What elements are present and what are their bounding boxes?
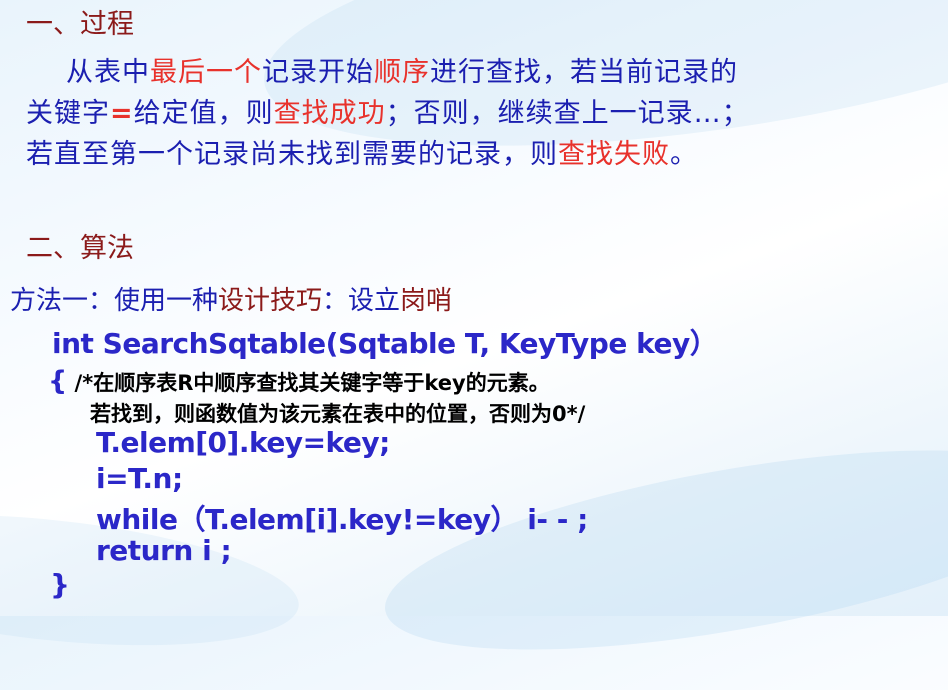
- code-statement: while（T.elem[i].key!=key） i- - ;: [96, 503, 588, 536]
- text-segment: 关键字: [26, 98, 110, 129]
- text-segment: 进行查找，若当前记录的: [430, 57, 738, 88]
- code-statement: return i ;: [96, 534, 232, 567]
- highlight-sequential: 顺序: [374, 57, 430, 88]
- highlight-search-fail: 查找失败: [558, 139, 670, 170]
- text-segment: 从表中: [66, 57, 150, 88]
- text-segment: 记录开始: [262, 57, 374, 88]
- method-line: 方法一：使用一种设计技巧：设立岗哨: [10, 280, 452, 317]
- comment-text: /*在顺序表R中顺序查找其关键字等于key的元素。: [67, 371, 550, 395]
- section-heading-algorithm: 二、算法: [26, 233, 134, 264]
- text-segment: 给定值，则: [133, 98, 274, 129]
- text-segment: 。: [670, 139, 698, 170]
- highlight-last-record: 最后一个: [150, 57, 262, 88]
- process-text-line-3: 若直至第一个记录尚未找到需要的记录，则查找失败。: [26, 132, 698, 171]
- code-comment-line-1: { /*在顺序表R中顺序查找其关键字等于key的元素。: [48, 366, 550, 397]
- code-statement: i=T.n;: [96, 462, 183, 495]
- section-heading-process: 一、过程: [26, 9, 134, 40]
- code-statement: T.elem[0].key=key;: [96, 426, 390, 459]
- text-segment: ：设立: [322, 286, 401, 316]
- background-wave: [371, 410, 948, 690]
- equals-sign: =: [110, 98, 134, 129]
- process-text-line-1: 从表中最后一个记录开始顺序进行查找，若当前记录的: [66, 50, 738, 89]
- code-open-brace: {: [48, 366, 68, 397]
- highlight-search-success: 查找成功: [273, 98, 386, 129]
- code-signature: int SearchSqtable(Sqtable T, KeyType key…: [52, 327, 718, 360]
- text-segment: 方法一：使用一种: [10, 286, 219, 316]
- code-close-brace: }: [50, 568, 70, 601]
- highlight-design-technique: 设计技巧: [218, 286, 323, 316]
- process-text-line-2: 关键字=给定值，则查找成功；否则，继续查上一记录…；: [26, 91, 750, 130]
- text-segment: 若直至第一个记录尚未找到需要的记录，则: [26, 139, 558, 170]
- code-comment-line-2: 若找到，则函数值为该元素在表中的位置，否则为0*/: [90, 402, 586, 426]
- text-segment: ；否则，继续查上一记录…；: [385, 98, 750, 129]
- highlight-sentinel: 岗哨: [400, 286, 453, 316]
